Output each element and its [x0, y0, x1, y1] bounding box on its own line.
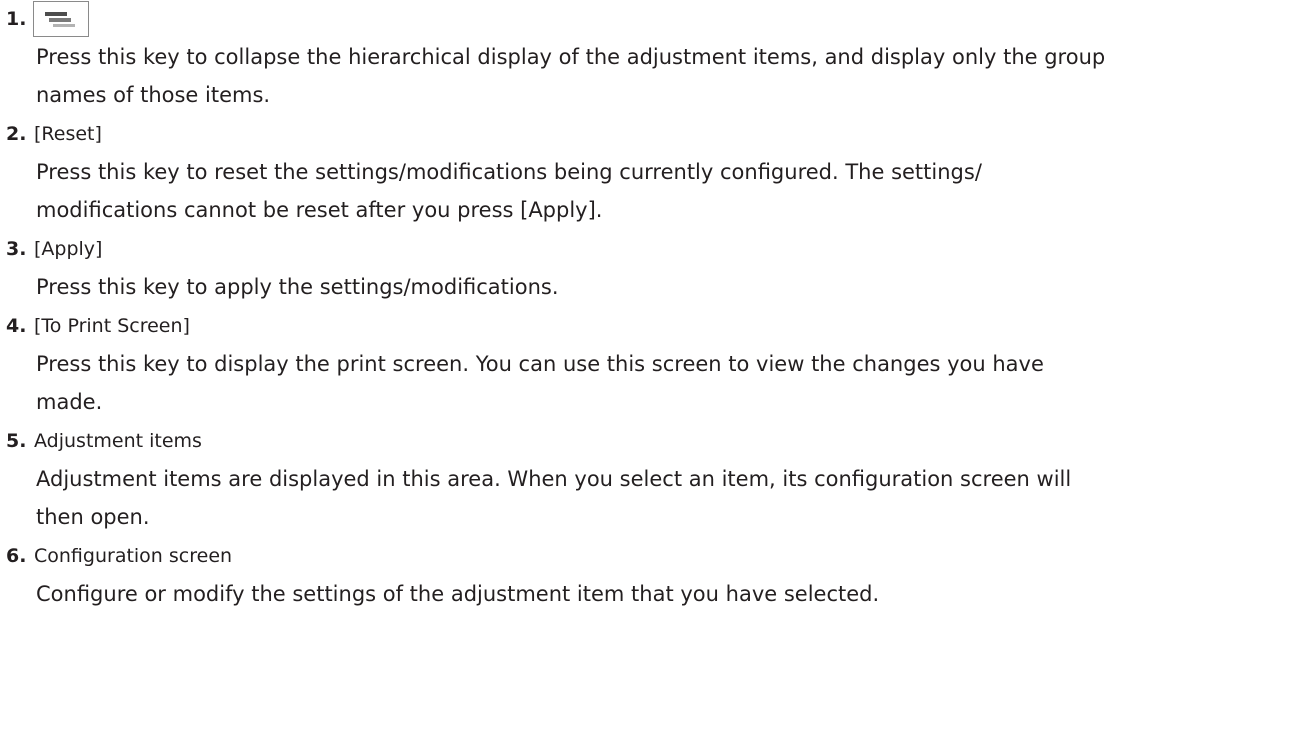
- list-item-configuration-screen: 6. Configuration screen Configure or mod…: [0, 537, 1308, 614]
- item-heading: 2. [Reset]: [0, 115, 1308, 153]
- collapse-icon: [33, 1, 89, 37]
- list-item-adjustment-items: 5. Adjustment items Adjustment items are…: [0, 422, 1308, 537]
- list-item-collapse-key: 1. Press this key to collapse the hierar…: [0, 0, 1308, 115]
- item-number: 6.: [6, 545, 27, 567]
- item-number: 2.: [6, 123, 27, 145]
- item-label: [Reset]: [34, 123, 102, 145]
- item-heading: 3. [Apply]: [0, 230, 1308, 268]
- item-number: 5.: [6, 430, 27, 452]
- list-item-apply: 3. [Apply] Press this key to apply the s…: [0, 230, 1308, 307]
- item-description: Press this key to collapse the hierarchi…: [36, 45, 1106, 107]
- item-heading: 4. [To Print Screen]: [0, 307, 1308, 345]
- item-heading: 6. Configuration screen: [0, 537, 1308, 575]
- item-description: Press this key to apply the settings/mod…: [36, 275, 559, 299]
- item-number: 3.: [6, 238, 27, 260]
- item-description: Press this key to reset the settings/mod…: [36, 160, 982, 222]
- item-label: [To Print Screen]: [34, 315, 190, 337]
- item-number: 1.: [6, 8, 27, 30]
- document-page: 1. Press this key to collapse the hierar…: [0, 0, 1308, 736]
- item-number: 4.: [6, 315, 27, 337]
- item-label: [Apply]: [34, 238, 103, 260]
- item-description: Configure or modify the settings of the …: [36, 582, 880, 606]
- item-heading: 1.: [0, 0, 1308, 38]
- item-description: Adjustment items are displayed in this a…: [36, 467, 1072, 529]
- item-label: Adjustment items: [34, 430, 202, 452]
- item-label: Configuration screen: [34, 545, 233, 567]
- item-heading: 5. Adjustment items: [0, 422, 1308, 460]
- item-description: Press this key to display the print scre…: [36, 352, 1044, 414]
- list-item-reset: 2. [Reset] Press this key to reset the s…: [0, 115, 1308, 230]
- list-item-to-print-screen: 4. [To Print Screen] Press this key to d…: [0, 307, 1308, 422]
